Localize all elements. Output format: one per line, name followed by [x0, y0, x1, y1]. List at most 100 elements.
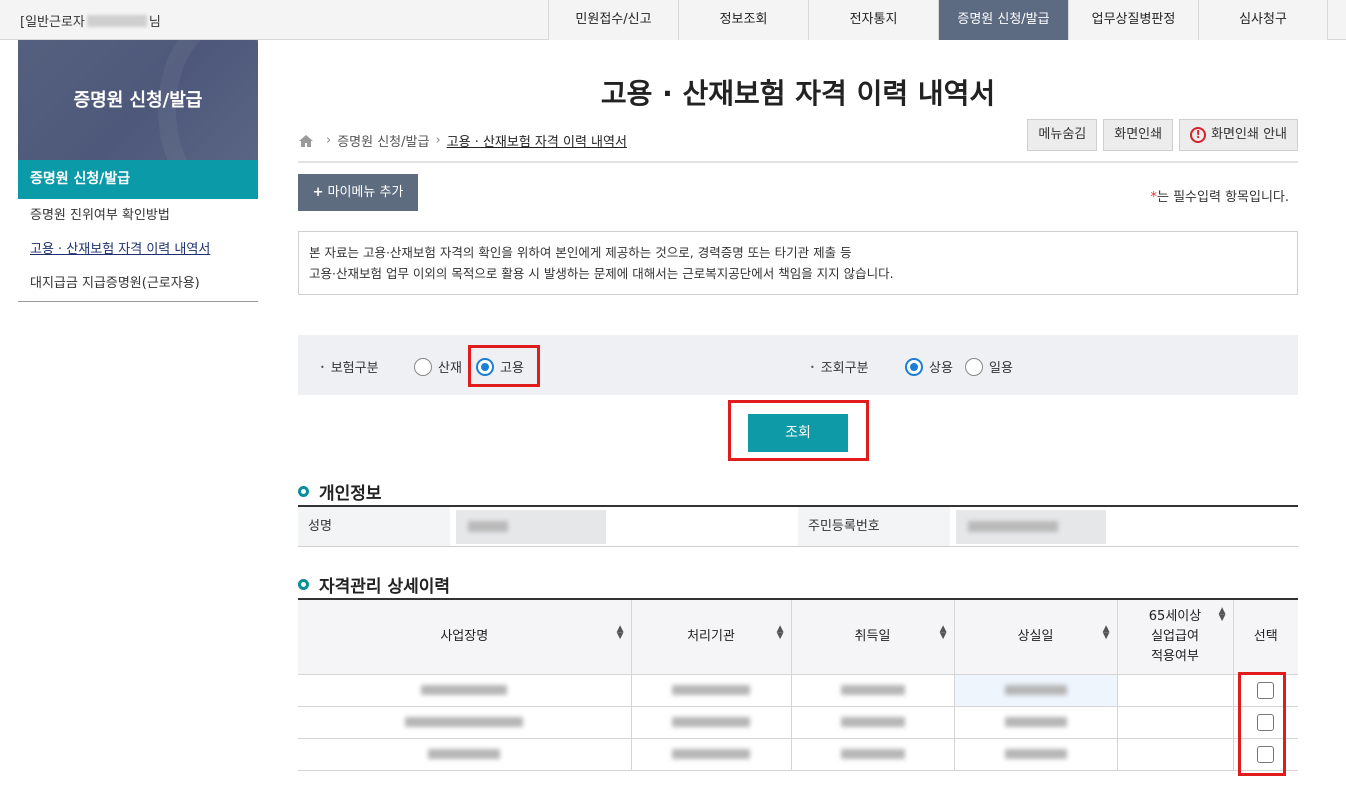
blurred-text — [672, 685, 750, 695]
column-label: 65세이상 실업급여 적용여부 — [1148, 608, 1202, 664]
blurred-text — [421, 685, 508, 695]
tool-buttons: 메뉴숨김 화면인쇄 ! 화면인쇄 안내 — [1027, 119, 1298, 151]
filter-panel: 보험구분 산재 고용 조회구분 상용 일용 — [298, 335, 1298, 395]
blurred-text — [968, 521, 1058, 532]
sidebar-item-substitute-payment[interactable]: 대지급금 지급증명원(근로자용) — [18, 267, 258, 301]
cell-agency — [631, 706, 792, 739]
column-header-lost-date[interactable]: 상실일 ▲ ▼ — [954, 600, 1118, 675]
radio-daily[interactable]: 일용 — [965, 357, 1013, 376]
breadcrumb: › 증명원 신청/발급 › 고용 · 산재보험 자격 이력 내역서 — [298, 131, 627, 150]
name-label: 성명 — [298, 507, 450, 546]
sort-icon[interactable]: ▲ ▼ — [940, 625, 947, 641]
notice-box: 본 자료는 고용·산재보험 자격의 확인을 위하여 본인에게 제공하는 것으로,… — [298, 231, 1298, 295]
cell-acquired-date — [791, 738, 955, 771]
column-header-workplace[interactable]: 사업장명 ▲ ▼ — [298, 600, 632, 675]
radio-circle[interactable] — [414, 357, 432, 376]
user-prefix: [일반근로자 — [20, 15, 85, 30]
column-header-over65[interactable]: 65세이상 실업급여 적용여부 ▲ ▼ — [1117, 600, 1234, 675]
notice-line-1: 본 자료는 고용·산재보험 자격의 확인을 위하여 본인에게 제공하는 것으로,… — [309, 245, 852, 260]
cell-over65 — [1117, 706, 1234, 739]
blurred-text — [1004, 685, 1067, 695]
top-nav: 민원접수/신고 정보조회 전자통지 증명원 신청/발급 업무상질병판정 심사청구 — [548, 0, 1328, 40]
bullet-icon — [298, 579, 309, 590]
personal-info-title: 개인정보 — [319, 484, 382, 504]
rrn-label: 주민등록번호 — [798, 507, 950, 546]
blurred-text — [468, 521, 508, 532]
column-label: 취득일 — [854, 628, 891, 644]
cell-acquired-date — [791, 674, 955, 707]
hide-menu-button[interactable]: 메뉴숨김 — [1027, 119, 1098, 151]
cell-acquired-date — [791, 706, 955, 739]
print-guide-button[interactable]: ! 화면인쇄 안내 — [1179, 119, 1298, 151]
blurred-text — [1004, 717, 1067, 727]
column-label: 선택 — [1253, 628, 1278, 644]
user-suffix: 님 — [148, 15, 161, 30]
highlight-box-checkboxes — [1238, 672, 1286, 776]
cell-agency — [631, 674, 792, 707]
personal-info-heading: 개인정보 — [298, 479, 382, 504]
column-header-agency[interactable]: 처리기관 ▲ ▼ — [631, 600, 792, 675]
cell-over65 — [1117, 738, 1234, 771]
nav-e-notice[interactable]: 전자통지 — [808, 0, 938, 40]
cell-workplace — [298, 674, 632, 707]
insurance-type-label: 보험구분 — [320, 357, 379, 376]
sort-icon[interactable]: ▲ ▼ — [617, 625, 624, 641]
breadcrumb-item-category[interactable]: 증명원 신청/발급 — [337, 131, 429, 150]
cell-lost-date — [954, 706, 1118, 739]
column-header-select: 선택 — [1233, 600, 1298, 675]
required-note-text: 는 필수입력 항목입니다. — [1157, 190, 1289, 205]
radio-circle[interactable] — [905, 357, 923, 376]
table-row — [298, 738, 1298, 771]
nav-info-inquiry[interactable]: 정보조회 — [678, 0, 808, 40]
sort-icon[interactable]: ▲ ▼ — [1103, 625, 1110, 641]
print-screen-button[interactable]: 화면인쇄 — [1103, 119, 1174, 151]
column-label: 처리기관 — [687, 628, 735, 644]
blurred-text — [840, 685, 905, 695]
query-type-label: 조회구분 — [810, 357, 869, 376]
blurred-text — [672, 749, 750, 759]
blurred-text — [405, 717, 524, 727]
sidebar-title: 증명원 신청/발급 — [73, 90, 203, 111]
sort-icon[interactable]: ▲ ▼ — [1219, 607, 1226, 623]
radio-circle[interactable] — [965, 357, 983, 376]
radio-label: 산재 — [438, 361, 462, 376]
column-label: 상실일 — [1017, 628, 1054, 644]
home-icon[interactable] — [298, 134, 314, 148]
add-mymenu-label: 마이메뉴 추가 — [327, 185, 404, 200]
history-heading: 자격관리 상세이력 — [298, 572, 450, 597]
blurred-text — [428, 749, 501, 759]
sidebar-item-authenticity[interactable]: 증명원 진위여부 확인방법 — [18, 199, 258, 233]
column-header-acquired-date[interactable]: 취득일 ▲ ▼ — [791, 600, 955, 675]
nav-review-request[interactable]: 심사청구 — [1198, 0, 1328, 40]
page-title: 고용 · 산재보험 자격 이력 내역서 — [600, 77, 996, 110]
cell-lost-date — [954, 674, 1118, 707]
nav-certificate[interactable]: 증명원 신청/발급 — [938, 0, 1068, 40]
personal-info-row: 성명 주민등록번호 — [298, 507, 1298, 547]
cell-agency — [631, 738, 792, 771]
notice-line-2: 고용·산재보험 업무 이외의 목적으로 활용 시 발생하는 문제에 대해서는 근… — [309, 266, 894, 281]
nav-civil-petition[interactable]: 민원접수/신고 — [548, 0, 678, 40]
cell-over65 — [1117, 674, 1234, 707]
radio-regular[interactable]: 상용 — [905, 357, 953, 376]
radio-label: 상용 — [929, 361, 953, 376]
history-table: 사업장명 ▲ ▼ 처리기관 ▲ ▼ 취득일 ▲ ▼ 상실일 ▲ ▼ 65세이상 실업급여 적용여… — [298, 600, 1298, 771]
column-label: 사업장명 — [440, 628, 489, 644]
history-title: 자격관리 상세이력 — [319, 577, 451, 597]
divider — [298, 161, 1298, 163]
radio-industrial-accident[interactable]: 산재 — [414, 357, 462, 376]
nav-occupational-disease[interactable]: 업무상질병판정 — [1068, 0, 1198, 40]
name-value-blurred — [456, 510, 606, 544]
blurred-text — [1004, 749, 1067, 759]
rrn-value-blurred — [956, 510, 1106, 544]
alert-icon: ! — [1190, 127, 1207, 143]
sidebar-header: 증명원 신청/발급 — [18, 40, 258, 160]
add-mymenu-button[interactable]: + 마이메뉴 추가 — [298, 174, 418, 211]
table-header-row: 사업장명 ▲ ▼ 처리기관 ▲ ▼ 취득일 ▲ ▼ 상실일 ▲ ▼ 65세이상 실업급여 적용여… — [298, 600, 1298, 675]
sidebar-active-category[interactable]: 증명원 신청/발급 — [18, 160, 258, 199]
cell-workplace — [298, 706, 632, 739]
cell-lost-date — [954, 738, 1118, 771]
top-bar: [일반근로자 님 민원접수/신고 정보조회 전자통지 증명원 신청/발급 업무상질… — [0, 0, 1346, 40]
sidebar-item-insurance-history[interactable]: 고용 · 산재보험 자격 이력 내역서 — [18, 233, 258, 267]
sort-icon[interactable]: ▲ ▼ — [777, 625, 784, 641]
breadcrumb-item-current[interactable]: 고용 · 산재보험 자격 이력 내역서 — [447, 131, 627, 150]
